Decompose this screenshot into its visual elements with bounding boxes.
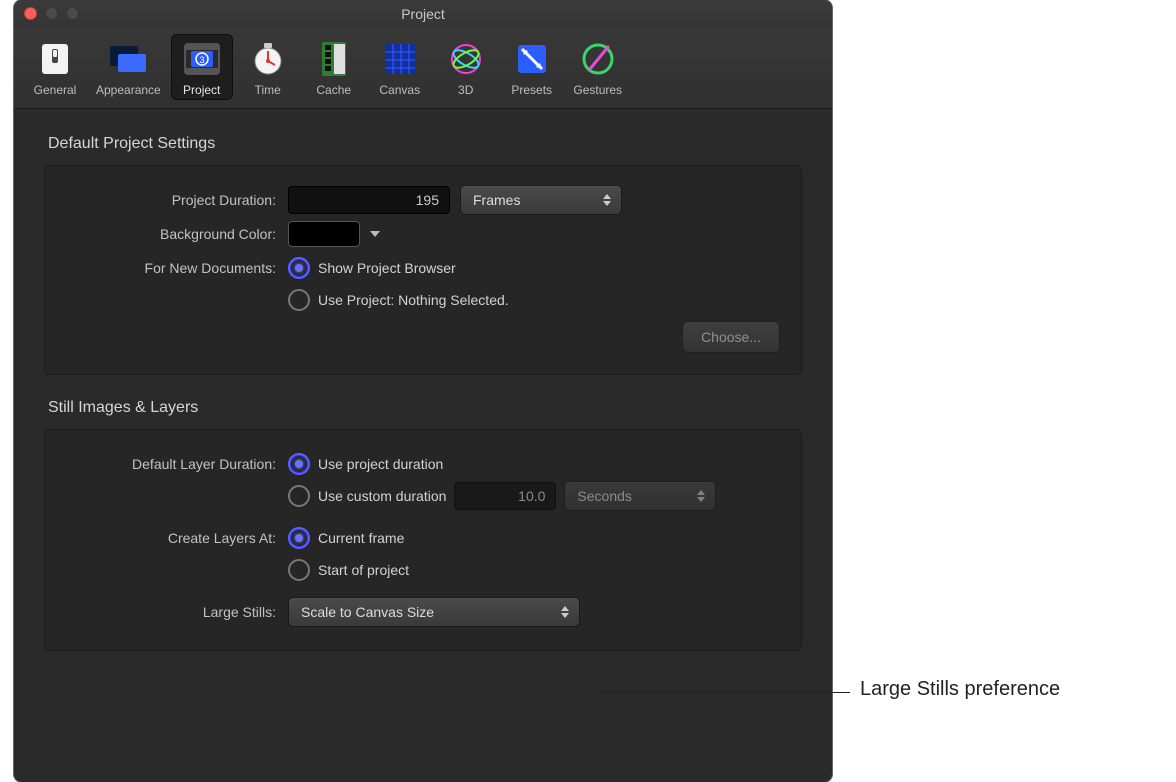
tab-canvas[interactable]: Canvas <box>369 34 431 100</box>
choose-button[interactable]: Choose... <box>682 321 780 353</box>
popup-value: Scale to Canvas Size <box>301 604 434 620</box>
custom-duration-unit-popup[interactable]: Seconds <box>564 481 716 511</box>
radio-show-project-browser[interactable] <box>288 257 310 279</box>
radio-start-of-project[interactable] <box>288 559 310 581</box>
section-still-images: Default Layer Duration: Use project dura… <box>44 429 802 651</box>
tab-label: Appearance <box>96 83 161 97</box>
for-new-documents-label: For New Documents: <box>66 260 288 276</box>
canvas-icon <box>379 38 421 80</box>
callout-text: Large Stills preference <box>860 678 1060 701</box>
section-title-default-project: Default Project Settings <box>48 135 802 153</box>
tab-label: Cache <box>316 83 351 97</box>
popup-value: Seconds <box>577 488 631 504</box>
appearance-icon <box>107 38 149 80</box>
section-default-project: Project Duration: Frames Background Colo… <box>44 165 802 375</box>
project-duration-unit-popup[interactable]: Frames <box>460 185 622 215</box>
svg-text:3: 3 <box>199 55 204 65</box>
updown-arrows-icon <box>693 486 709 506</box>
time-icon <box>247 38 289 80</box>
3d-icon <box>445 38 487 80</box>
tab-presets[interactable]: Presets <box>501 34 563 100</box>
large-stills-label: Large Stills: <box>66 604 288 620</box>
background-color-label: Background Color: <box>66 226 288 242</box>
preferences-window: Project General Appearance <box>14 0 832 782</box>
radio-use-project[interactable] <box>288 289 310 311</box>
project-icon: 3 <box>181 38 223 80</box>
tab-label: Time <box>255 83 281 97</box>
tab-label: Project <box>183 83 220 97</box>
tab-label: Canvas <box>379 83 420 97</box>
popup-value: Frames <box>473 192 520 208</box>
radio-label: Current frame <box>318 530 404 546</box>
radio-label: Use custom duration <box>318 488 446 504</box>
tab-label: General <box>34 83 77 97</box>
background-color-well[interactable] <box>288 221 360 247</box>
radio-use-custom-duration[interactable] <box>288 485 310 507</box>
titlebar: Project <box>14 0 832 28</box>
chevron-down-icon[interactable] <box>370 231 380 237</box>
tab-project[interactable]: 3 Project <box>171 34 233 100</box>
tab-label: 3D <box>458 83 473 97</box>
tab-3d[interactable]: 3D <box>435 34 497 100</box>
presets-icon <box>511 38 553 80</box>
close-window-button[interactable] <box>24 7 37 20</box>
tab-cache[interactable]: Cache <box>303 34 365 100</box>
window-title: Project <box>401 6 445 22</box>
project-duration-field[interactable] <box>288 186 450 214</box>
tab-appearance[interactable]: Appearance <box>90 34 167 100</box>
tab-label: Presets <box>511 83 552 97</box>
content-area: Default Project Settings Project Duratio… <box>14 109 832 695</box>
tab-time[interactable]: Time <box>237 34 299 100</box>
radio-current-frame[interactable] <box>288 527 310 549</box>
tab-gestures[interactable]: Gestures <box>567 34 629 100</box>
general-icon <box>34 38 76 80</box>
gestures-icon <box>577 38 619 80</box>
radio-label: Use Project: Nothing Selected. <box>318 292 509 308</box>
cache-icon <box>313 38 355 80</box>
custom-duration-field[interactable] <box>454 482 556 510</box>
default-layer-duration-label: Default Layer Duration: <box>66 456 288 472</box>
create-layers-at-label: Create Layers At: <box>66 530 288 546</box>
radio-label: Start of project <box>318 562 409 578</box>
large-stills-popup[interactable]: Scale to Canvas Size <box>288 597 580 627</box>
section-title-still-images: Still Images & Layers <box>48 399 802 417</box>
radio-label: Use project duration <box>318 456 443 472</box>
radio-use-project-duration[interactable] <box>288 453 310 475</box>
updown-arrows-icon <box>599 190 615 210</box>
radio-label: Show Project Browser <box>318 260 456 276</box>
tab-general[interactable]: General <box>24 34 86 100</box>
zoom-window-button[interactable] <box>66 7 79 20</box>
minimize-window-button[interactable] <box>45 7 58 20</box>
updown-arrows-icon <box>557 602 573 622</box>
preferences-toolbar: General Appearance 3 <box>14 28 832 109</box>
project-duration-label: Project Duration: <box>66 192 288 208</box>
tab-label: Gestures <box>573 83 622 97</box>
button-label: Choose... <box>701 329 761 345</box>
window-controls <box>24 7 79 20</box>
